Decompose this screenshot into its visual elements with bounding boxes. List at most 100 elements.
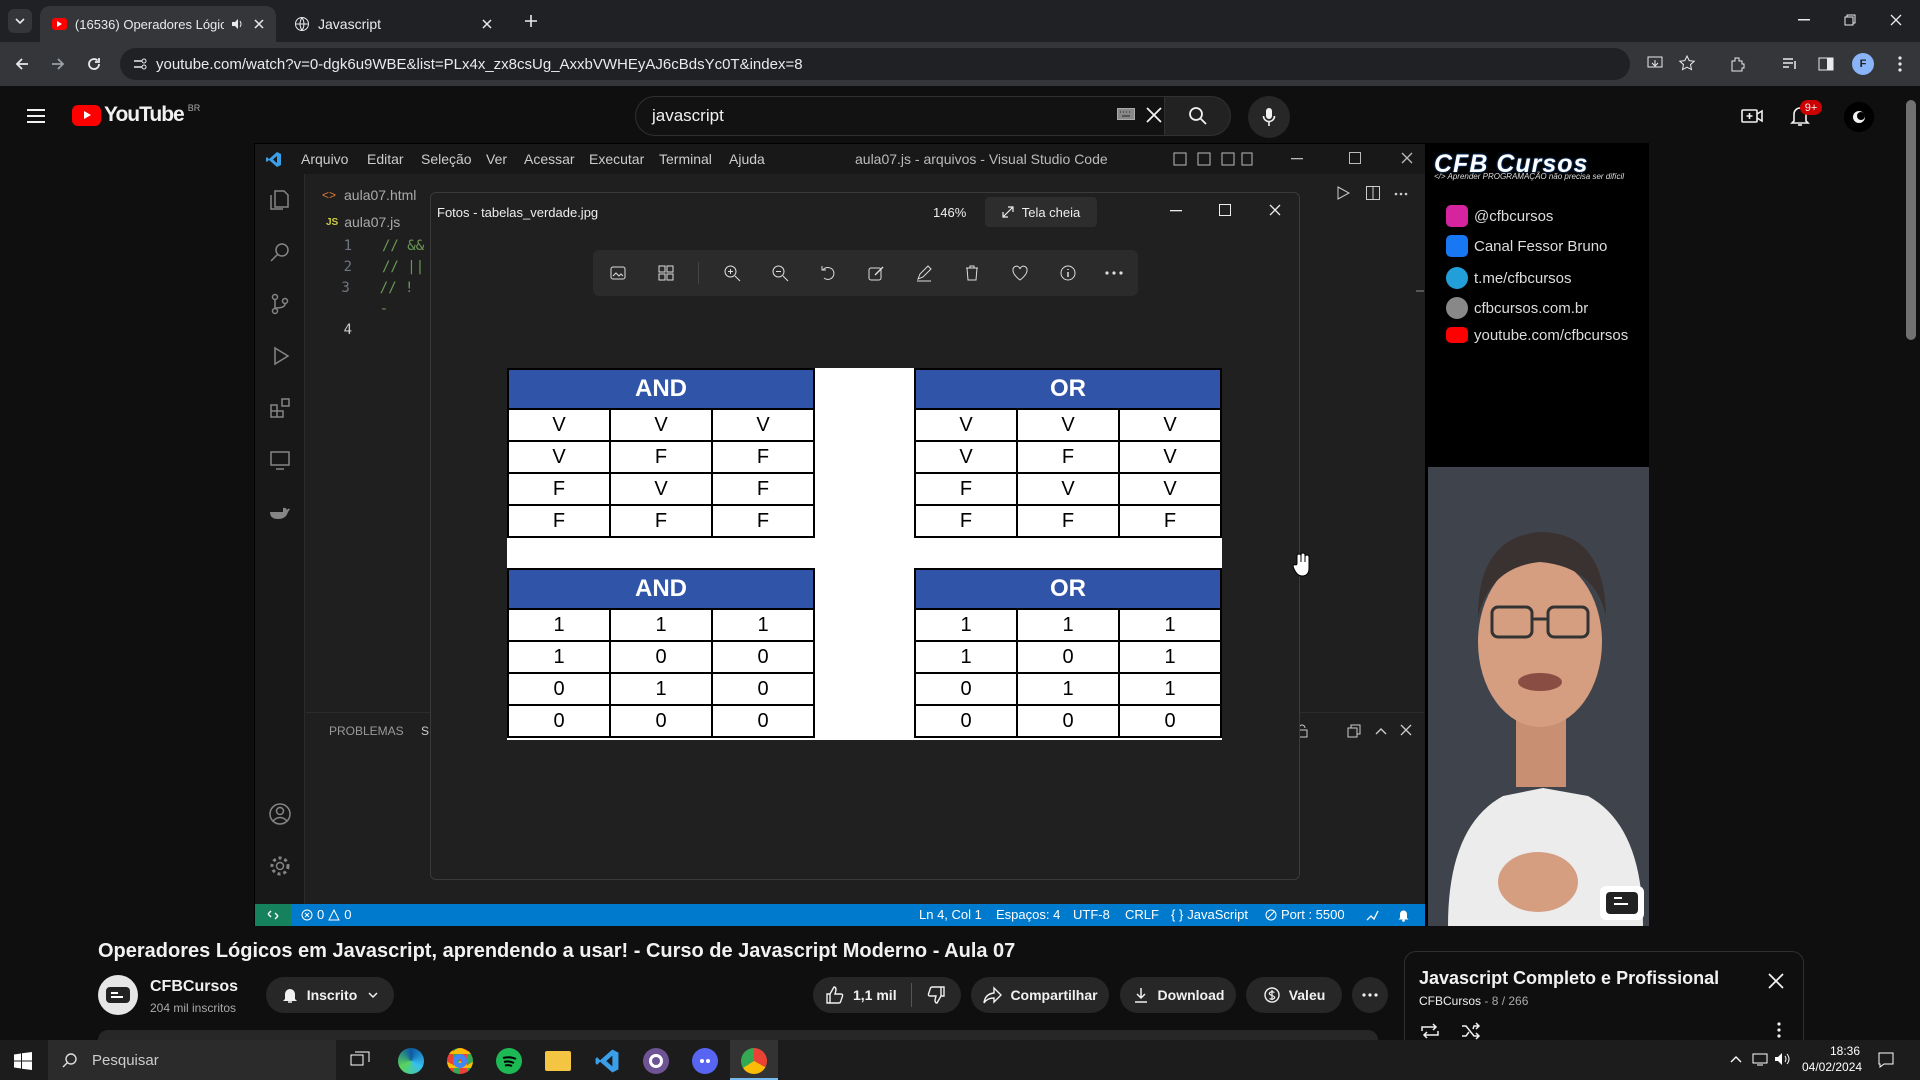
discord-icon[interactable] bbox=[692, 1048, 718, 1074]
menu-ajuda[interactable]: Ajuda bbox=[729, 144, 765, 174]
cursor-position[interactable]: Ln 4, Col 1 bbox=[919, 907, 982, 922]
volume-icon[interactable] bbox=[1774, 1052, 1790, 1066]
view-image-icon[interactable] bbox=[609, 264, 627, 282]
file-explorer-icon[interactable] bbox=[545, 1051, 571, 1071]
panel-tab-problems[interactable]: PROBLEMAS bbox=[329, 724, 404, 738]
task-view-icon[interactable] bbox=[350, 1051, 370, 1069]
live-server-port[interactable]: Port : 5500 bbox=[1265, 907, 1345, 922]
chrome-icon[interactable] bbox=[447, 1048, 473, 1074]
media-control-icon[interactable] bbox=[1778, 52, 1802, 76]
close-tab-icon[interactable] bbox=[254, 19, 264, 29]
encoding[interactable]: UTF-8 bbox=[1073, 907, 1110, 922]
youtube-logo[interactable]: YouTube BR bbox=[72, 103, 200, 127]
menu-selecao[interactable]: Seleção bbox=[421, 144, 472, 174]
line-ending[interactable]: CRLF bbox=[1125, 907, 1159, 922]
vscode-maximize-icon[interactable] bbox=[1349, 152, 1361, 164]
delete-icon[interactable] bbox=[963, 264, 981, 282]
vscode-minimize-icon[interactable] bbox=[1291, 158, 1303, 160]
shuffle-icon[interactable] bbox=[1461, 1022, 1481, 1040]
vscode-taskbar-icon[interactable] bbox=[594, 1048, 620, 1074]
action-center-icon[interactable] bbox=[1878, 1052, 1894, 1068]
channel-name[interactable]: CFBCursos bbox=[150, 978, 238, 996]
address-bar[interactable]: youtube.com/watch?v=0-dgk6u9WBE&list=PLx… bbox=[120, 48, 1696, 80]
playlist-channel[interactable]: CFBCursos bbox=[1419, 994, 1481, 1008]
share-button[interactable]: Compartilhar bbox=[971, 977, 1109, 1013]
layout-toggle-icon[interactable] bbox=[1173, 152, 1253, 166]
account-avatar[interactable] bbox=[1844, 102, 1874, 132]
edit-image-icon[interactable] bbox=[867, 264, 885, 282]
dislike-button[interactable] bbox=[926, 985, 946, 1005]
back-icon[interactable] bbox=[10, 52, 34, 76]
photos-maximize-icon[interactable] bbox=[1219, 204, 1231, 216]
site-info-icon[interactable] bbox=[132, 56, 148, 72]
feedback-icon[interactable] bbox=[1365, 908, 1379, 922]
new-tab-icon[interactable] bbox=[520, 10, 542, 32]
network-icon[interactable] bbox=[1752, 1052, 1768, 1066]
tab-javascript[interactable]: Javascript bbox=[282, 6, 504, 42]
photos-close-icon[interactable] bbox=[1269, 204, 1281, 216]
tray-chevron-up-icon[interactable] bbox=[1730, 1054, 1742, 1064]
fullscreen-button[interactable]: Tela cheia bbox=[985, 197, 1097, 227]
minimize-icon[interactable] bbox=[1792, 8, 1816, 32]
github-desktop-icon[interactable] bbox=[643, 1048, 669, 1074]
subscribed-button[interactable]: Inscrito bbox=[266, 977, 394, 1013]
zoom-level[interactable]: 146% bbox=[933, 205, 966, 220]
menu-editar[interactable]: Editar bbox=[367, 144, 404, 174]
run-debug-icon[interactable] bbox=[268, 344, 292, 368]
split-editor-icon[interactable] bbox=[1366, 186, 1380, 200]
taskbar-clock[interactable]: 18:36 04/02/2024 bbox=[1802, 1043, 1862, 1075]
run-file-icon[interactable] bbox=[1336, 186, 1350, 200]
taskbar-search[interactable]: Pesquisar bbox=[48, 1040, 336, 1080]
bookmark-star-icon[interactable] bbox=[1678, 54, 1696, 72]
indentation[interactable]: Espaços: 4 bbox=[996, 907, 1060, 922]
problems-status[interactable]: 0 0 bbox=[301, 907, 351, 922]
edge-icon[interactable] bbox=[398, 1048, 424, 1074]
chrome-taskbar-active[interactable] bbox=[730, 1040, 778, 1080]
extensions-icon[interactable] bbox=[268, 396, 292, 420]
download-button[interactable]: Download bbox=[1120, 977, 1236, 1013]
panel-maximize-icon[interactable] bbox=[1374, 724, 1388, 738]
menu-ver[interactable]: Ver bbox=[486, 144, 507, 174]
install-app-icon[interactable] bbox=[1646, 54, 1664, 72]
docker-icon[interactable] bbox=[268, 500, 292, 524]
zoom-out-icon[interactable] bbox=[771, 264, 789, 282]
panel-close-icon[interactable] bbox=[1400, 724, 1412, 736]
page-scrollbar-thumb[interactable] bbox=[1906, 100, 1916, 340]
panel-copy-icon[interactable] bbox=[1347, 724, 1361, 738]
gallery-icon[interactable] bbox=[657, 264, 675, 282]
speaker-icon[interactable] bbox=[230, 17, 244, 31]
source-control-icon[interactable] bbox=[268, 292, 292, 316]
like-button[interactable]: 1,1 mil bbox=[825, 985, 897, 1005]
restore-icon[interactable] bbox=[1838, 8, 1862, 32]
zoom-in-icon[interactable] bbox=[723, 264, 741, 282]
search-input[interactable]: javascript bbox=[635, 96, 1165, 136]
editor-tab-html[interactable]: <> aula07.html bbox=[306, 180, 436, 210]
spotify-icon[interactable] bbox=[496, 1048, 522, 1074]
description-box[interactable] bbox=[98, 1030, 1378, 1040]
draw-icon[interactable] bbox=[915, 264, 933, 282]
info-icon[interactable] bbox=[1059, 264, 1077, 282]
extensions-icon[interactable] bbox=[1726, 52, 1750, 76]
windows-start-icon[interactable] bbox=[14, 1052, 32, 1070]
profile-avatar[interactable]: F bbox=[1852, 53, 1874, 75]
more-options-icon[interactable] bbox=[1105, 271, 1123, 275]
search-button[interactable] bbox=[1165, 96, 1231, 136]
hamburger-menu-icon[interactable] bbox=[24, 104, 48, 128]
voice-search-button[interactable] bbox=[1248, 96, 1290, 138]
playlist-menu-icon[interactable] bbox=[1777, 1022, 1781, 1038]
accounts-icon[interactable] bbox=[268, 802, 292, 826]
more-actions-button[interactable] bbox=[1352, 977, 1388, 1013]
notifications-icon[interactable] bbox=[1397, 908, 1410, 922]
keyboard-icon[interactable] bbox=[1117, 108, 1135, 120]
language-mode[interactable]: { } JavaScript bbox=[1171, 907, 1248, 922]
side-panel-icon[interactable] bbox=[1814, 52, 1838, 76]
rotate-icon[interactable] bbox=[819, 264, 837, 282]
menu-terminal[interactable]: Terminal bbox=[659, 144, 712, 174]
browser-menu-icon[interactable] bbox=[1888, 52, 1912, 76]
manage-gear-icon[interactable] bbox=[268, 854, 292, 878]
playlist-title[interactable]: Javascript Completo e Profissional bbox=[1419, 968, 1719, 989]
breadcrumb[interactable]: JS aula07.js bbox=[326, 214, 400, 230]
loop-icon[interactable] bbox=[1419, 1022, 1441, 1040]
forward-icon[interactable] bbox=[46, 52, 70, 76]
close-window-icon[interactable] bbox=[1884, 8, 1908, 32]
